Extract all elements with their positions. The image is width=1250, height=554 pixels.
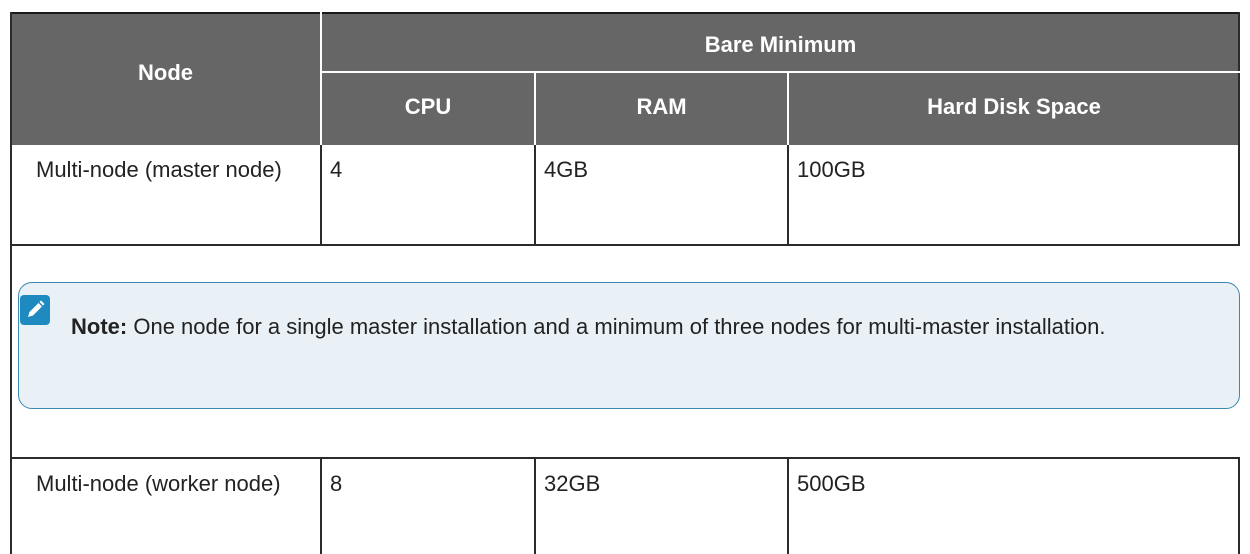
note-body: One node for a single master installatio… — [133, 314, 1106, 339]
pencil-icon — [20, 295, 50, 325]
note-label: Note: — [71, 314, 128, 339]
row1-bottom-border — [10, 244, 1240, 246]
note-text: Note: One node for a single master insta… — [71, 307, 1226, 346]
row1-divider-2 — [534, 145, 536, 245]
header-ram: RAM — [636, 94, 687, 119]
table-cell-disk: 500GB — [797, 471, 866, 496]
row2-divider-3 — [787, 459, 789, 554]
table-cell-disk: 100GB — [797, 157, 866, 182]
header-cpu: CPU — [404, 94, 452, 119]
table-cell-node: Multi-node (worker node) — [36, 471, 281, 496]
table-cell-ram: 4GB — [544, 157, 589, 182]
note-row-left-border — [10, 246, 12, 458]
table-cell-cpu: 4 — [330, 157, 343, 182]
row1-divider-3 — [787, 145, 789, 245]
header-node: Node — [138, 60, 193, 85]
table-cell-ram: 32GB — [544, 471, 601, 496]
table-top-border — [10, 12, 1240, 14]
row2-divider-2 — [534, 459, 536, 554]
header-subdivider — [321, 71, 1240, 73]
header-disk: Hard Disk Space — [927, 94, 1101, 119]
table-cell-node: Multi-node (master node) — [36, 157, 282, 182]
table-cell-cpu: 8 — [330, 471, 343, 496]
row2-left-border — [10, 459, 12, 554]
row1-divider-1 — [320, 145, 322, 245]
row2-right-border — [1238, 459, 1240, 554]
note-row-bottom-border — [10, 457, 1240, 459]
row1-left-border — [10, 145, 12, 245]
row1-right-border — [1238, 145, 1240, 245]
header-bare-minimum: Bare Minimum — [704, 32, 857, 57]
row2-divider-1 — [320, 459, 322, 554]
